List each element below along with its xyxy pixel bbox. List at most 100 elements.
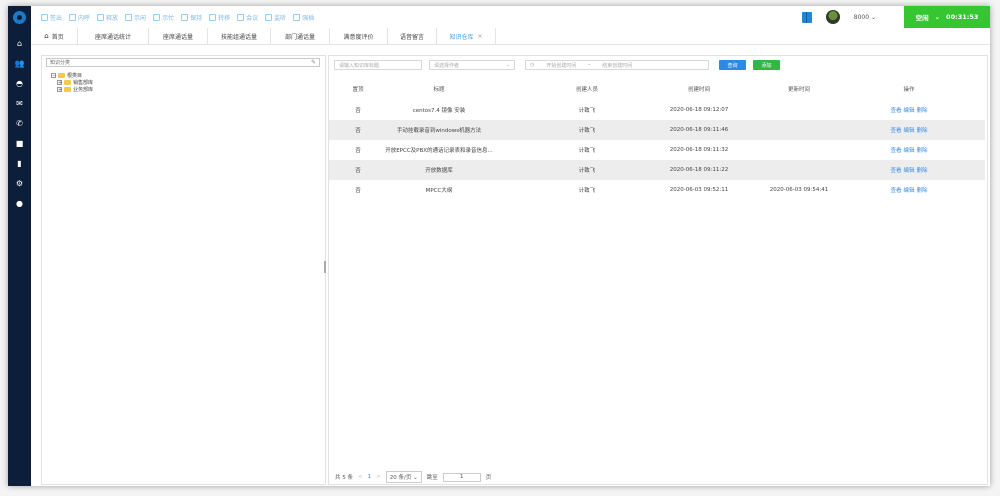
next-page-button[interactable]: > [376,474,381,480]
monitor-icon [265,14,273,21]
edit-link[interactable]: 编辑 [903,148,914,154]
tab-agent-call-volume[interactable]: 座席通话量 [149,28,208,44]
row-actions: 查看 编辑 删除 [869,186,949,194]
delete-link[interactable]: 删除 [917,108,928,114]
tree-node[interactable]: − 根类目 [51,72,93,79]
tab-knowledge-base[interactable]: 知识仓库 × [437,28,496,44]
prev-page-button[interactable]: < [358,474,363,480]
tab-voicemail[interactable]: 语音留言 [388,28,437,44]
query-button[interactable]: 查询 [719,60,746,70]
users-icon[interactable]: 👥 [8,58,31,70]
video-icon[interactable]: ■ [8,138,31,150]
logo [13,11,26,24]
tool-button[interactable]: 监听 [265,13,286,22]
tool-button[interactable]: 释放 [97,13,118,22]
page-size-select[interactable]: 20 条/页 ⌄ [385,471,422,483]
table-row[interactable]: 否 手动挂载录音到windows机器方法 计致飞 2020-06-18 09:1… [329,120,985,140]
goto-page-input[interactable]: 1 [442,472,481,482]
home-icon: ⌂ [44,32,49,40]
pagination: 共 5 条 < 1 > 20 条/页 ⌄ 跳至 1 页 [335,471,491,483]
view-link[interactable]: 查看 [890,188,901,194]
tool-button[interactable]: 强插 [293,13,314,22]
category-search[interactable]: 知识分类 ✎ [46,58,320,67]
expand-icon[interactable]: + [57,87,62,93]
date-range-picker[interactable]: ◷ 开始创建时间 - 结束创建时间 [525,60,709,70]
expand-icon[interactable]: + [57,80,62,86]
tab-satisfaction[interactable]: 满意度评价 [330,28,388,44]
title-search-input[interactable]: 请输入知识库标题 [334,60,422,70]
view-link[interactable]: 查看 [890,108,901,114]
table-row[interactable]: 否 centos7.4 镜像 安装 计致飞 2020-06-18 09:12:0… [329,100,985,120]
tool-button[interactable]: 会议 [237,13,258,22]
transfer-icon [209,14,217,21]
tool-button[interactable]: 内呼 [69,13,90,22]
book-icon[interactable] [801,11,812,23]
mail-icon[interactable]: ✉ [8,98,31,110]
tab-home[interactable]: ⌂ 首页 [31,28,78,44]
page-number[interactable]: 1 [368,474,372,480]
home-icon[interactable]: ⌂ [8,38,31,50]
call-controls: 签出 内呼 释放 示闲 示忙 保持 转移 会议 监听 强插 [41,13,314,22]
tree-node[interactable]: + 销售部库 [51,79,93,86]
view-link[interactable]: 查看 [890,168,901,174]
avatar[interactable] [825,10,840,24]
tool-button[interactable]: 示忙 [153,13,174,22]
row-actions: 查看 编辑 删除 [869,126,949,134]
edit-icon [41,14,48,21]
phone-icon [69,14,77,21]
edit-icon[interactable]: ✎ [311,59,316,66]
row-actions: 查看 编辑 删除 [869,106,949,114]
tab-department-volume[interactable]: 部门通话量 [271,28,330,44]
tab-skill-group-volume[interactable]: 技能组通话量 [208,28,271,44]
idle-icon [125,14,133,21]
edit-link[interactable]: 编辑 [903,108,914,114]
tool-button[interactable]: 签出 [41,13,62,22]
chevron-down-icon: ⌄ [505,62,510,68]
folder-icon [58,73,65,78]
chevron-down-icon: ⌄ [934,13,941,21]
edit-link[interactable]: 编辑 [903,128,914,134]
view-link[interactable]: 查看 [890,148,901,154]
table-row[interactable]: 否 开放数据库 计致飞 2020-06-18 09:11:22 查看 编辑 删除 [329,160,985,180]
headset-icon[interactable]: ◓ [8,78,31,90]
author-select[interactable]: 请选择作者 ⌄ [429,60,515,70]
conference-icon [237,14,245,21]
status-timer: 00:31:53 [946,13,979,21]
hold-icon [181,14,189,21]
tool-button[interactable]: 示闲 [125,13,146,22]
tool-button[interactable]: 保持 [181,13,202,22]
category-panel: 知识分类 ✎ − 根类目 + 销售部库 + 业务部库 [41,55,326,485]
table-row[interactable]: 否 MPCC大纲 计致飞 2020-06-03 09:52:11 2020-06… [329,180,985,200]
delete-link[interactable]: 删除 [917,168,928,174]
close-icon[interactable]: × [477,33,482,40]
tool-button[interactable]: 转移 [209,13,230,22]
delete-link[interactable]: 删除 [917,148,928,154]
busy-icon [153,14,161,21]
view-link[interactable]: 查看 [890,128,901,134]
collapse-icon[interactable]: − [51,73,56,79]
category-tree: − 根类目 + 销售部库 + 业务部库 [51,72,93,93]
row-actions: 查看 编辑 删除 [869,146,949,154]
edit-link[interactable]: 编辑 [903,188,914,194]
folder-icon [64,80,71,85]
panel-resize-handle[interactable] [324,261,326,273]
release-icon [97,14,105,21]
chart-icon[interactable]: ▮ [8,158,31,170]
chevron-down-icon: ⌄ [870,13,876,21]
tree-node[interactable]: + 业务部库 [51,86,93,93]
tab-agent-call-stats[interactable]: 座席通话统计 [78,28,149,44]
user-icon[interactable]: ● [8,198,31,210]
table-row[interactable]: 否 开放EPCC及PBX的通话记录表和录音信息... 计致飞 2020-06-1… [329,140,985,160]
insert-icon [293,14,301,21]
delete-link[interactable]: 删除 [917,188,928,194]
table-header: 置顶 标题 创建人员 创建时间 更新时间 操作 [352,87,915,93]
add-button[interactable]: 添加 [753,60,780,70]
phone-stats-icon[interactable]: ✆ [8,118,31,130]
agent-status[interactable]: 空闲 ⌄ 00:31:53 [904,6,990,28]
delete-link[interactable]: 删除 [917,128,928,134]
row-actions: 查看 编辑 删除 [869,166,949,174]
clock-icon: ◷ [530,62,535,68]
gear-icon[interactable]: ⚙ [8,178,31,190]
edit-link[interactable]: 编辑 [903,168,914,174]
extension-dropdown[interactable]: 8000 ⌄ [854,14,876,21]
